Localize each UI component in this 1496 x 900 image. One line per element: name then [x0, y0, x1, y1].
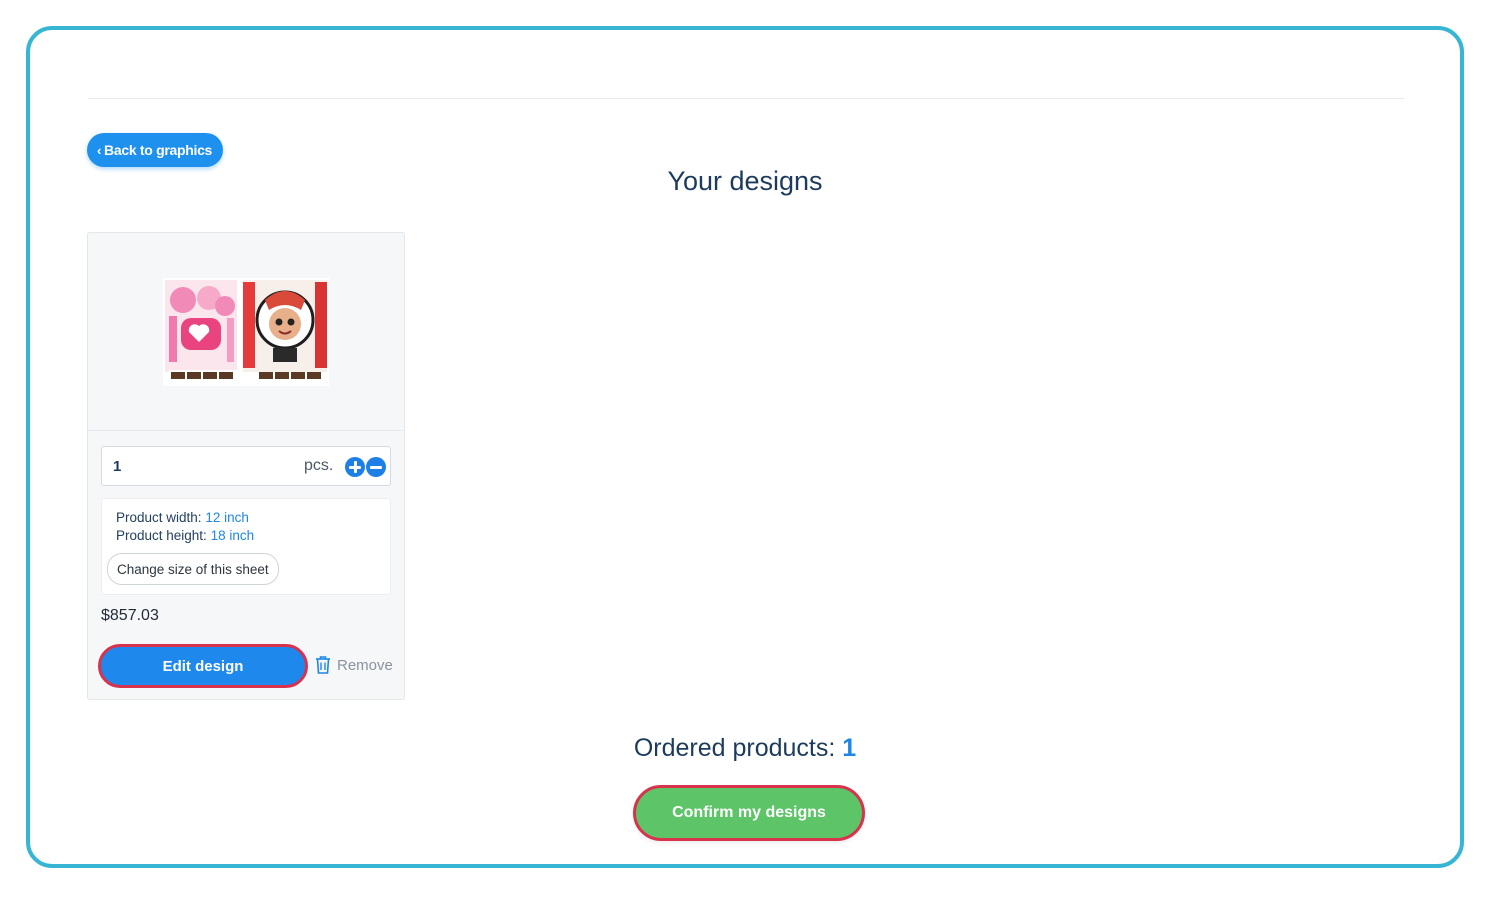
back-button-label: Back to graphics [104, 142, 213, 158]
design-card: 1 pcs. Product width: 12 inch Product he… [87, 232, 405, 700]
confirm-designs-button[interactable]: Confirm my designs [633, 785, 865, 841]
remove-label: Remove [337, 656, 393, 674]
product-height-label: Product height: [116, 528, 207, 543]
product-height-value: 18 inch [210, 528, 255, 543]
product-height: Product height: 18 inch [116, 528, 254, 543]
product-width: Product width: 12 inch [116, 510, 249, 525]
ordered-products-label: Ordered products: [633, 734, 836, 762]
divider [88, 98, 1404, 99]
design-thumbnail[interactable] [163, 277, 329, 386]
change-size-button[interactable]: Change size of this sheet [107, 553, 279, 585]
quantity-value[interactable]: 1 [113, 458, 121, 475]
quantity-unit: pcs. [304, 457, 334, 474]
size-info-box: Product width: 12 inch Product height: 1… [101, 498, 391, 595]
product-width-value: 12 inch [205, 510, 249, 525]
design-graphic-left [165, 279, 237, 372]
quantity-field[interactable]: 1 pcs. [101, 446, 391, 486]
ordered-products: Ordered products: 1 [30, 734, 1460, 763]
ordered-products-count: 1 [842, 734, 857, 762]
design-price: $857.03 [101, 607, 159, 624]
chevron-left-icon: ‹ [97, 142, 102, 158]
minus-icon[interactable] [366, 457, 386, 477]
remove-button[interactable]: Remove [314, 655, 393, 675]
product-width-label: Product width: [116, 510, 202, 525]
design-graphic-right [243, 279, 327, 372]
plus-icon[interactable] [345, 457, 365, 477]
edit-design-button[interactable]: Edit design [98, 644, 308, 688]
back-to-graphics-button[interactable]: ‹ Back to graphics [87, 133, 224, 167]
trash-icon [316, 656, 330, 674]
design-thumbnail-area [88, 233, 404, 431]
page-frame: ‹ Back to graphics Your designs 1 pcs. P… [26, 26, 1464, 868]
page-title: Your designs [667, 166, 823, 196]
